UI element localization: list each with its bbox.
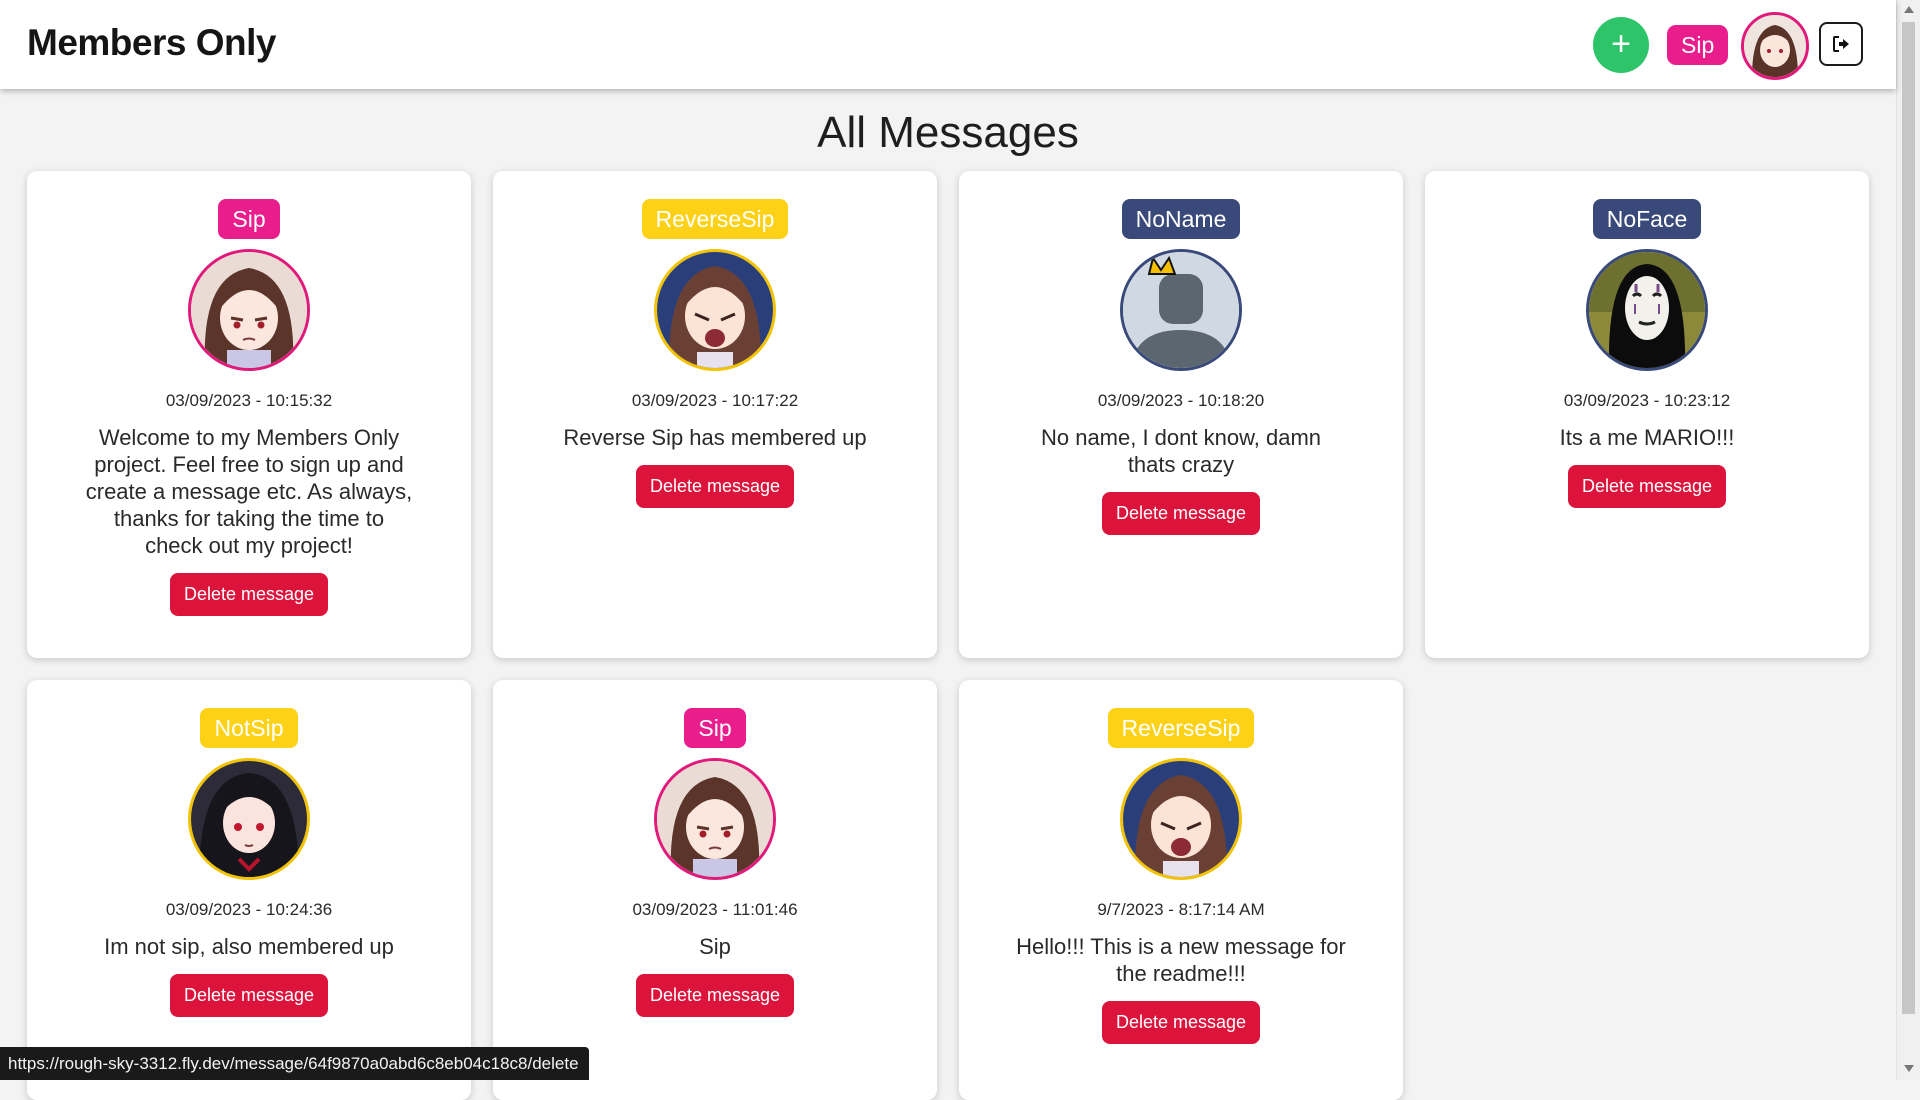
author-badge: ReverseSip	[641, 199, 789, 239]
delete-message-button[interactable]: Delete message	[635, 974, 795, 1017]
message-card: NotSip 03/09/2023 - 10:24:36 Im not sip, a…	[27, 680, 471, 1100]
message-card: ReverseSip 9/7/2023 - 8:17:14 AM Hello!!! …	[959, 680, 1403, 1100]
message-timestamp: 03/09/2023 - 10:23:12	[1563, 391, 1731, 410]
author-badge: NoFace	[1592, 199, 1702, 239]
author-avatar	[654, 249, 776, 371]
message-text: Im not sip, also membered up	[104, 934, 394, 959]
message-text: Welcome to my Members Only project. Feel…	[85, 425, 413, 558]
top-nav: Members Only + Sip	[0, 0, 1896, 89]
messages-grid: Sip 03/09/2023 - 10:15:32 Welcome to my Me…	[27, 171, 1869, 1100]
message-card: NoName 03/09/2023 - 10:18:20 No name, I do…	[959, 171, 1403, 658]
author-badge: NotSip	[200, 708, 298, 748]
current-user-badge[interactable]: Sip	[1667, 25, 1729, 65]
message-timestamp: 03/09/2023 - 10:18:20	[1097, 391, 1265, 410]
message-timestamp: 03/09/2023 - 10:15:32	[165, 391, 333, 410]
logout-button[interactable]	[1819, 22, 1863, 66]
author-avatar	[654, 758, 776, 880]
message-text: Reverse Sip has membered up	[563, 425, 867, 450]
delete-message-button[interactable]: Delete message	[169, 974, 329, 1017]
message-card: NoFace 03/09/2023 - 10:23:12 Its a me MARI…	[1425, 171, 1869, 658]
author-badge: NoName	[1121, 199, 1241, 239]
author-avatar	[1586, 249, 1708, 371]
scroll-down-icon[interactable]	[1904, 1065, 1914, 1072]
logout-icon	[1833, 36, 1849, 52]
page-title: All Messages	[817, 108, 1079, 157]
author-avatar	[1120, 758, 1242, 880]
message-timestamp: 9/7/2023 - 8:17:14 AM	[1097, 900, 1265, 919]
scrollbar[interactable]	[1896, 0, 1920, 1080]
author-avatar	[188, 249, 310, 371]
avatar-image	[1744, 15, 1806, 77]
message-timestamp: 03/09/2023 - 10:17:22	[631, 391, 799, 410]
message-text: Hello!!! This is a new message for the r…	[1016, 934, 1346, 986]
link-status-bar: https://rough-sky-3312.fly.dev/message/6…	[0, 1047, 589, 1080]
delete-message-button[interactable]: Delete message	[1567, 465, 1727, 508]
message-card: ReverseSip 03/09/2023 - 10:17:22 Reverse S…	[493, 171, 937, 658]
author-avatar	[188, 758, 310, 880]
message-card: Sip 03/09/2023 - 11:01:46 Sip Delete messag…	[493, 680, 937, 1100]
delete-message-button[interactable]: Delete message	[169, 573, 329, 616]
message-text: Sip	[699, 934, 731, 959]
delete-message-button[interactable]: Delete message	[1101, 1001, 1261, 1044]
message-text: No name, I dont know, damn thats crazy	[1040, 425, 1322, 477]
app-title[interactable]: Members Only	[27, 22, 276, 64]
message-text: Its a me MARIO!!!	[1559, 425, 1735, 450]
message-timestamp: 03/09/2023 - 11:01:46	[632, 900, 798, 919]
delete-message-button[interactable]: Delete message	[635, 465, 795, 508]
message-card: Sip 03/09/2023 - 10:15:32 Welcome to my Me…	[27, 171, 471, 658]
new-message-button[interactable]: +	[1593, 17, 1649, 73]
message-timestamp: 03/09/2023 - 10:24:36	[165, 900, 333, 919]
author-badge: Sip	[218, 199, 280, 239]
scrollbar-thumb[interactable]	[1902, 22, 1915, 1014]
delete-message-button[interactable]: Delete message	[1101, 492, 1261, 535]
author-badge: Sip	[684, 708, 746, 748]
scroll-up-icon[interactable]	[1904, 6, 1914, 13]
author-badge: ReverseSip	[1107, 708, 1255, 748]
current-user-avatar[interactable]	[1741, 12, 1809, 80]
author-avatar	[1120, 249, 1242, 371]
